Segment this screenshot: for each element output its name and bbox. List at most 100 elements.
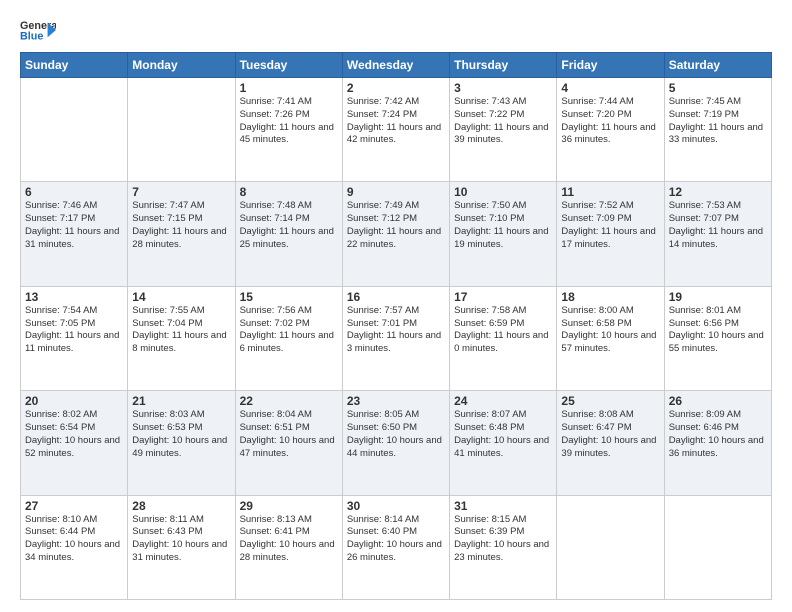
day-info: Sunrise: 8:11 AM Sunset: 6:43 PM Dayligh… bbox=[132, 514, 230, 565]
day-number: 25 bbox=[561, 394, 659, 408]
calendar-cell: 8Sunrise: 7:48 AM Sunset: 7:14 PM Daylig… bbox=[235, 182, 342, 286]
day-info: Sunrise: 7:42 AM Sunset: 7:24 PM Dayligh… bbox=[347, 96, 445, 147]
day-info: Sunrise: 7:54 AM Sunset: 7:05 PM Dayligh… bbox=[25, 305, 123, 356]
day-number: 13 bbox=[25, 290, 123, 304]
calendar-cell: 18Sunrise: 8:00 AM Sunset: 6:58 PM Dayli… bbox=[557, 286, 664, 390]
day-number: 9 bbox=[347, 185, 445, 199]
day-info: Sunrise: 7:50 AM Sunset: 7:10 PM Dayligh… bbox=[454, 200, 552, 251]
calendar-cell: 27Sunrise: 8:10 AM Sunset: 6:44 PM Dayli… bbox=[21, 495, 128, 599]
day-info: Sunrise: 8:07 AM Sunset: 6:48 PM Dayligh… bbox=[454, 409, 552, 460]
calendar-cell: 5Sunrise: 7:45 AM Sunset: 7:19 PM Daylig… bbox=[664, 78, 771, 182]
calendar-cell: 21Sunrise: 8:03 AM Sunset: 6:53 PM Dayli… bbox=[128, 391, 235, 495]
day-number: 11 bbox=[561, 185, 659, 199]
day-info: Sunrise: 7:52 AM Sunset: 7:09 PM Dayligh… bbox=[561, 200, 659, 251]
day-info: Sunrise: 8:08 AM Sunset: 6:47 PM Dayligh… bbox=[561, 409, 659, 460]
dow-header: Friday bbox=[557, 53, 664, 78]
calendar-cell: 9Sunrise: 7:49 AM Sunset: 7:12 PM Daylig… bbox=[342, 182, 449, 286]
day-info: Sunrise: 7:45 AM Sunset: 7:19 PM Dayligh… bbox=[669, 96, 767, 147]
calendar-cell: 28Sunrise: 8:11 AM Sunset: 6:43 PM Dayli… bbox=[128, 495, 235, 599]
day-number: 3 bbox=[454, 81, 552, 95]
day-number: 16 bbox=[347, 290, 445, 304]
day-info: Sunrise: 8:10 AM Sunset: 6:44 PM Dayligh… bbox=[25, 514, 123, 565]
day-number: 31 bbox=[454, 499, 552, 513]
day-number: 18 bbox=[561, 290, 659, 304]
calendar-cell: 12Sunrise: 7:53 AM Sunset: 7:07 PM Dayli… bbox=[664, 182, 771, 286]
dow-header: Saturday bbox=[664, 53, 771, 78]
calendar-cell: 25Sunrise: 8:08 AM Sunset: 6:47 PM Dayli… bbox=[557, 391, 664, 495]
calendar-cell bbox=[128, 78, 235, 182]
day-number: 28 bbox=[132, 499, 230, 513]
dow-header: Tuesday bbox=[235, 53, 342, 78]
day-number: 2 bbox=[347, 81, 445, 95]
day-number: 10 bbox=[454, 185, 552, 199]
day-number: 12 bbox=[669, 185, 767, 199]
dow-header: Monday bbox=[128, 53, 235, 78]
day-info: Sunrise: 8:02 AM Sunset: 6:54 PM Dayligh… bbox=[25, 409, 123, 460]
day-info: Sunrise: 7:55 AM Sunset: 7:04 PM Dayligh… bbox=[132, 305, 230, 356]
calendar-cell: 10Sunrise: 7:50 AM Sunset: 7:10 PM Dayli… bbox=[450, 182, 557, 286]
calendar-cell: 1Sunrise: 7:41 AM Sunset: 7:26 PM Daylig… bbox=[235, 78, 342, 182]
day-number: 15 bbox=[240, 290, 338, 304]
day-number: 7 bbox=[132, 185, 230, 199]
calendar-cell: 7Sunrise: 7:47 AM Sunset: 7:15 PM Daylig… bbox=[128, 182, 235, 286]
calendar-cell bbox=[21, 78, 128, 182]
day-info: Sunrise: 7:48 AM Sunset: 7:14 PM Dayligh… bbox=[240, 200, 338, 251]
day-number: 19 bbox=[669, 290, 767, 304]
day-info: Sunrise: 8:01 AM Sunset: 6:56 PM Dayligh… bbox=[669, 305, 767, 356]
calendar-cell: 14Sunrise: 7:55 AM Sunset: 7:04 PM Dayli… bbox=[128, 286, 235, 390]
day-info: Sunrise: 7:41 AM Sunset: 7:26 PM Dayligh… bbox=[240, 96, 338, 147]
day-number: 5 bbox=[669, 81, 767, 95]
day-number: 24 bbox=[454, 394, 552, 408]
day-number: 21 bbox=[132, 394, 230, 408]
calendar-cell: 15Sunrise: 7:56 AM Sunset: 7:02 PM Dayli… bbox=[235, 286, 342, 390]
day-info: Sunrise: 7:46 AM Sunset: 7:17 PM Dayligh… bbox=[25, 200, 123, 251]
day-info: Sunrise: 8:15 AM Sunset: 6:39 PM Dayligh… bbox=[454, 514, 552, 565]
calendar-cell: 20Sunrise: 8:02 AM Sunset: 6:54 PM Dayli… bbox=[21, 391, 128, 495]
day-info: Sunrise: 7:53 AM Sunset: 7:07 PM Dayligh… bbox=[669, 200, 767, 251]
dow-header: Thursday bbox=[450, 53, 557, 78]
day-info: Sunrise: 7:57 AM Sunset: 7:01 PM Dayligh… bbox=[347, 305, 445, 356]
calendar-cell: 4Sunrise: 7:44 AM Sunset: 7:20 PM Daylig… bbox=[557, 78, 664, 182]
calendar-cell: 17Sunrise: 7:58 AM Sunset: 6:59 PM Dayli… bbox=[450, 286, 557, 390]
day-number: 6 bbox=[25, 185, 123, 199]
calendar-cell bbox=[557, 495, 664, 599]
day-info: Sunrise: 7:44 AM Sunset: 7:20 PM Dayligh… bbox=[561, 96, 659, 147]
day-info: Sunrise: 7:47 AM Sunset: 7:15 PM Dayligh… bbox=[132, 200, 230, 251]
calendar-cell: 24Sunrise: 8:07 AM Sunset: 6:48 PM Dayli… bbox=[450, 391, 557, 495]
day-number: 23 bbox=[347, 394, 445, 408]
day-info: Sunrise: 8:13 AM Sunset: 6:41 PM Dayligh… bbox=[240, 514, 338, 565]
day-number: 30 bbox=[347, 499, 445, 513]
day-info: Sunrise: 7:56 AM Sunset: 7:02 PM Dayligh… bbox=[240, 305, 338, 356]
dow-header: Sunday bbox=[21, 53, 128, 78]
calendar-cell: 22Sunrise: 8:04 AM Sunset: 6:51 PM Dayli… bbox=[235, 391, 342, 495]
calendar-cell: 13Sunrise: 7:54 AM Sunset: 7:05 PM Dayli… bbox=[21, 286, 128, 390]
svg-text:Blue: Blue bbox=[20, 31, 43, 43]
day-info: Sunrise: 7:49 AM Sunset: 7:12 PM Dayligh… bbox=[347, 200, 445, 251]
calendar-cell: 11Sunrise: 7:52 AM Sunset: 7:09 PM Dayli… bbox=[557, 182, 664, 286]
calendar-cell: 31Sunrise: 8:15 AM Sunset: 6:39 PM Dayli… bbox=[450, 495, 557, 599]
calendar-cell: 16Sunrise: 7:57 AM Sunset: 7:01 PM Dayli… bbox=[342, 286, 449, 390]
day-info: Sunrise: 7:43 AM Sunset: 7:22 PM Dayligh… bbox=[454, 96, 552, 147]
day-info: Sunrise: 8:14 AM Sunset: 6:40 PM Dayligh… bbox=[347, 514, 445, 565]
day-number: 20 bbox=[25, 394, 123, 408]
day-number: 22 bbox=[240, 394, 338, 408]
day-number: 4 bbox=[561, 81, 659, 95]
day-info: Sunrise: 8:05 AM Sunset: 6:50 PM Dayligh… bbox=[347, 409, 445, 460]
day-info: Sunrise: 8:03 AM Sunset: 6:53 PM Dayligh… bbox=[132, 409, 230, 460]
day-info: Sunrise: 7:58 AM Sunset: 6:59 PM Dayligh… bbox=[454, 305, 552, 356]
day-info: Sunrise: 8:09 AM Sunset: 6:46 PM Dayligh… bbox=[669, 409, 767, 460]
day-number: 29 bbox=[240, 499, 338, 513]
day-info: Sunrise: 8:00 AM Sunset: 6:58 PM Dayligh… bbox=[561, 305, 659, 356]
calendar-cell: 6Sunrise: 7:46 AM Sunset: 7:17 PM Daylig… bbox=[21, 182, 128, 286]
calendar-cell: 2Sunrise: 7:42 AM Sunset: 7:24 PM Daylig… bbox=[342, 78, 449, 182]
day-number: 14 bbox=[132, 290, 230, 304]
calendar-cell: 29Sunrise: 8:13 AM Sunset: 6:41 PM Dayli… bbox=[235, 495, 342, 599]
header: General Blue bbox=[20, 16, 772, 44]
calendar-cell bbox=[664, 495, 771, 599]
calendar: SundayMondayTuesdayWednesdayThursdayFrid… bbox=[20, 52, 772, 600]
calendar-cell: 3Sunrise: 7:43 AM Sunset: 7:22 PM Daylig… bbox=[450, 78, 557, 182]
calendar-cell: 26Sunrise: 8:09 AM Sunset: 6:46 PM Dayli… bbox=[664, 391, 771, 495]
day-number: 17 bbox=[454, 290, 552, 304]
calendar-cell: 23Sunrise: 8:05 AM Sunset: 6:50 PM Dayli… bbox=[342, 391, 449, 495]
logo: General Blue bbox=[20, 16, 56, 44]
